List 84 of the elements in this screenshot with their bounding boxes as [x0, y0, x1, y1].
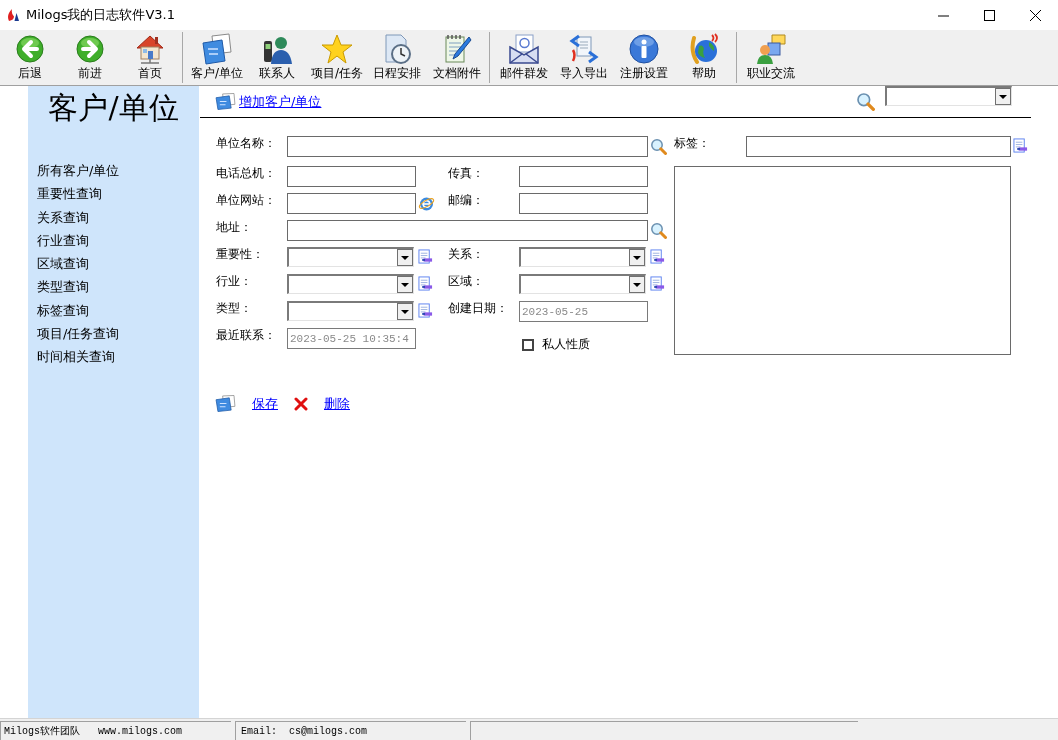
field-label: 创建日期： — [448, 301, 509, 316]
sidebar-link[interactable]: 行业查询 — [37, 228, 89, 252]
sidebar-link[interactable]: 所有客户/单位 — [37, 159, 120, 183]
schedule-button[interactable]: 日程安排 — [367, 30, 427, 85]
web-browser-icon[interactable] — [418, 195, 435, 212]
note-edit-icon[interactable] — [418, 249, 433, 264]
save-link[interactable]: 保存 — [252, 394, 278, 414]
note-edit-icon[interactable] — [418, 303, 433, 318]
note-edit-icon[interactable] — [1013, 138, 1028, 153]
forward-button[interactable]: 前进 — [60, 30, 120, 85]
documents-button[interactable]: 文档附件 — [427, 30, 487, 85]
note-edit-icon[interactable] — [418, 276, 433, 291]
private-checkbox[interactable] — [522, 338, 534, 351]
postcode-field[interactable] — [519, 193, 648, 214]
cross-icon — [294, 396, 308, 411]
field-label: 电话总机： — [216, 166, 277, 181]
flame-logo-icon — [7, 8, 21, 22]
relation-select[interactable] — [519, 247, 646, 267]
globe-phone-icon — [688, 33, 720, 65]
home-button[interactable]: 首页 — [120, 30, 180, 85]
note-edit-icon[interactable] — [650, 276, 665, 291]
industry-select[interactable] — [287, 274, 414, 294]
sidebar-link[interactable]: 类型查询 — [37, 275, 89, 299]
envelope-icon — [508, 33, 540, 65]
sidebar-link[interactable]: 时间相关查询 — [37, 345, 115, 369]
field-label: 单位名称： — [216, 136, 277, 151]
address-field[interactable] — [287, 220, 648, 241]
mass-mail-button[interactable]: 邮件群发 — [494, 30, 554, 85]
tags-field[interactable] — [746, 136, 1011, 157]
sidebar-link[interactable]: 项目/任务查询 — [37, 321, 120, 345]
sidebar-link[interactable]: 区域查询 — [37, 252, 89, 276]
documents-arrows-icon — [568, 33, 600, 65]
phone-field[interactable] — [287, 166, 416, 187]
folder-icon — [215, 93, 236, 110]
close-icon[interactable] — [1029, 9, 1041, 21]
search-select[interactable] — [885, 86, 1012, 106]
maximize-icon[interactable] — [983, 9, 995, 21]
contacts-button[interactable]: 联系人 — [247, 30, 307, 85]
checkbox-label: 私人性质 — [542, 337, 590, 352]
clients-button[interactable]: 客户/单位 — [187, 30, 247, 85]
add-client-link[interactable]: 增加客户/单位 — [239, 91, 322, 112]
field-label: 行业： — [216, 274, 253, 289]
field-label: 地址： — [216, 220, 253, 235]
field-label: 区域： — [448, 274, 485, 289]
status-text: Email: cs@milogs.com — [241, 725, 368, 739]
status-text: www.milogs.com — [98, 725, 183, 739]
region-select[interactable] — [519, 274, 646, 294]
delete-link[interactable]: 删除 — [324, 394, 350, 414]
search-icon[interactable] — [650, 138, 667, 155]
search-icon[interactable] — [856, 92, 875, 111]
folder-icon — [201, 33, 233, 65]
website-field[interactable] — [287, 193, 416, 214]
info-icon — [628, 33, 660, 65]
career-exchange-button[interactable]: 职业交流 — [741, 30, 801, 85]
tag-list-field[interactable] — [674, 166, 1011, 355]
status-text: Milogs软件团队 — [4, 725, 80, 739]
sidebar-title: 客户/单位 — [47, 89, 180, 125]
importance-select[interactable] — [287, 247, 414, 267]
star-icon — [321, 33, 353, 65]
help-button[interactable]: 帮助 — [674, 30, 734, 85]
fax-field[interactable] — [519, 166, 648, 187]
field-label: 传真： — [448, 166, 485, 181]
sidebar-link[interactable]: 关系查询 — [37, 205, 89, 229]
note-edit-icon[interactable] — [650, 249, 665, 264]
projects-button[interactable]: 项目/任务 — [307, 30, 367, 85]
field-label: 类型： — [216, 301, 253, 316]
sidebar-link[interactable]: 标签查询 — [37, 298, 89, 322]
company-name-field[interactable] — [287, 136, 648, 157]
field-label: 单位网站： — [216, 193, 277, 208]
window-title: Milogs我的日志软件V3.1 — [26, 7, 175, 23]
field-label: 邮编： — [448, 193, 485, 208]
sidebar-link[interactable]: 重要性查询 — [37, 182, 102, 206]
folder-icon — [215, 395, 236, 413]
type-select[interactable] — [287, 301, 414, 321]
settings-button[interactable]: 注册设置 — [614, 30, 674, 85]
house-icon — [134, 33, 166, 65]
field-label: 关系： — [448, 247, 485, 262]
search-icon[interactable] — [650, 222, 667, 239]
field-label: 重要性： — [216, 247, 265, 262]
back-button[interactable]: 后退 — [0, 30, 60, 85]
import-export-button[interactable]: 导入导出 — [554, 30, 614, 85]
field-label: 标签： — [674, 136, 711, 151]
field-label: 最近联系： — [216, 328, 277, 343]
people-speech-icon — [755, 33, 787, 65]
